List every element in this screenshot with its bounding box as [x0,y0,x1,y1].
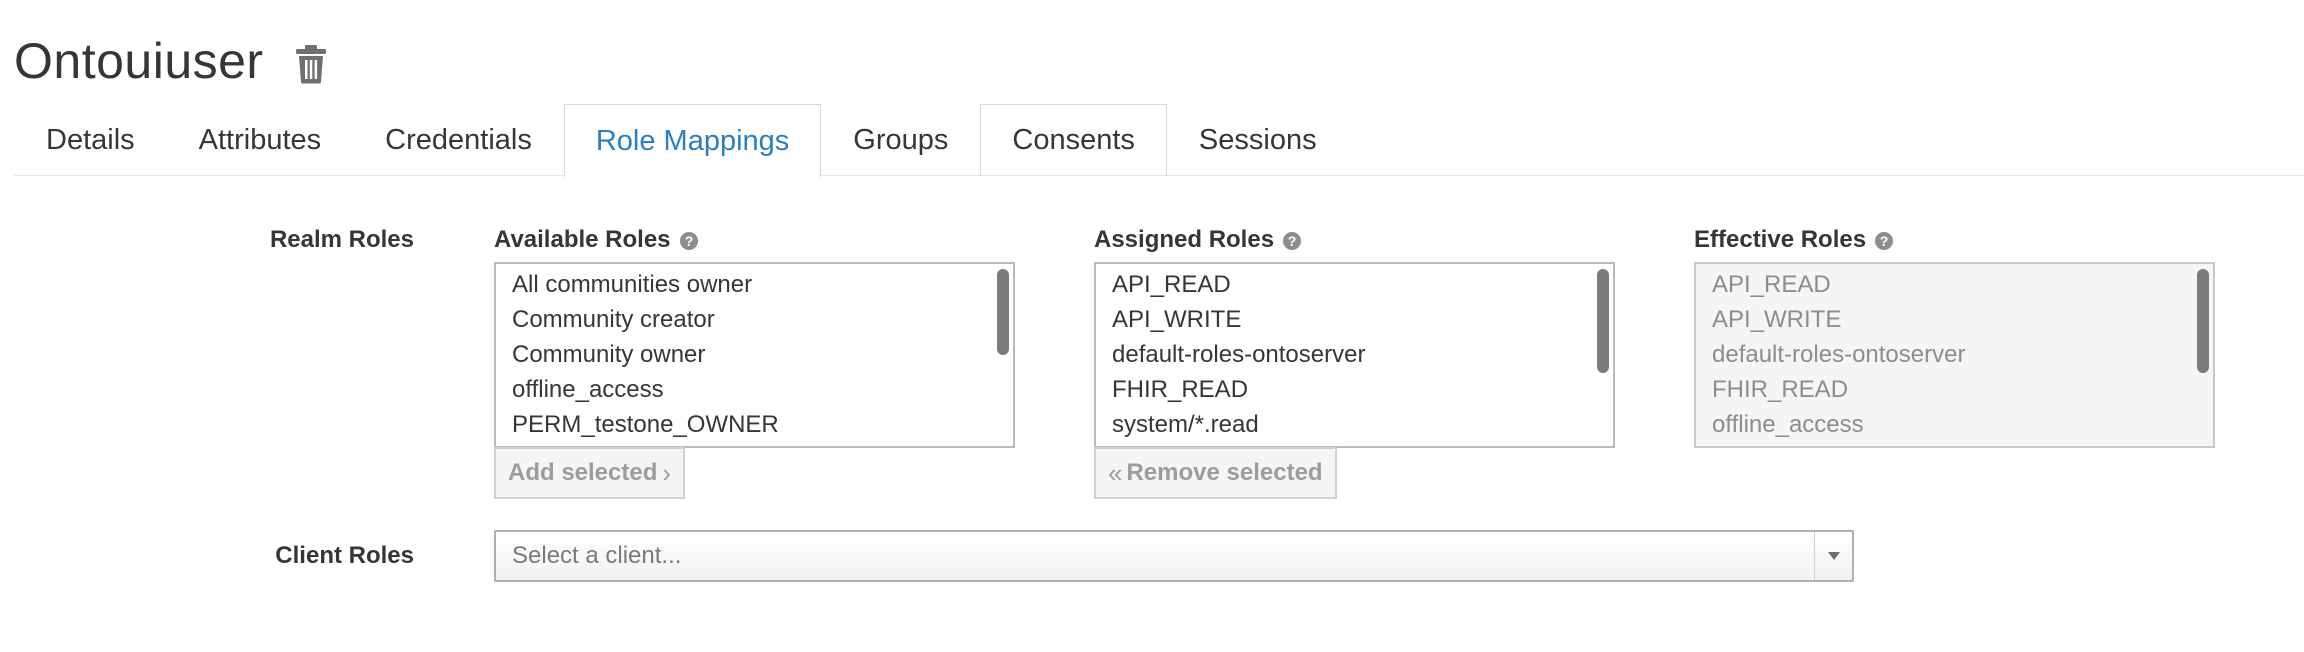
client-roles-label: Client Roles [275,542,414,569]
list-item: API_READ [1712,271,1831,298]
effective-roles-header: Effective Roles ? [1694,226,1894,254]
question-circle-icon[interactable]: ? [1282,230,1302,250]
add-selected-button[interactable]: Add selected › [494,447,686,499]
tab-consents[interactable]: Consents [980,104,1167,176]
list-item[interactable]: Community creator [496,303,1013,338]
caret-down-icon[interactable] [1814,532,1852,580]
list-item[interactable]: All communities owner [496,268,1013,303]
svg-text:?: ? [1288,233,1297,249]
scrollbar-thumb[interactable] [997,269,1009,355]
scrollbar-thumb[interactable] [2197,269,2209,373]
list-item[interactable]: system/*.read [1096,408,1613,443]
available-roles-label: Available Roles [494,226,671,253]
tab-groups[interactable]: Groups [821,104,980,176]
list-item[interactable]: offline_access [496,373,1013,408]
effective-roles-listbox: API_READ API_WRITE default-roles-ontoser… [1694,262,2215,448]
tab-attributes[interactable]: Attributes [167,104,354,176]
tab-role-mappings[interactable]: Role Mappings [563,104,822,177]
role-mappings-page: Ontouiuser Details Attributes Credential… [0,0,2304,652]
trash-icon[interactable] [294,44,328,84]
list-item: API_WRITE [1712,306,1842,333]
question-circle-icon[interactable]: ? [679,230,699,250]
svg-text:?: ? [1880,233,1889,249]
client-select-placeholder: Select a client... [512,542,682,569]
list-item[interactable]: FHIR_READ [1096,373,1613,408]
client-select[interactable]: Select a client... [494,530,1854,582]
page-title: Ontouiuser [14,33,264,89]
list-item[interactable]: default-roles-ontoserver [1096,338,1613,373]
available-roles-header: Available Roles ? [494,226,699,254]
remove-selected-button[interactable]: « Remove selected [1094,447,1337,499]
available-roles-listbox[interactable]: All communities owner Community creator … [494,262,1015,448]
double-chevron-left-icon: « [1108,457,1123,488]
tab-details[interactable]: Details [14,104,167,176]
realm-roles-label: Realm Roles [269,226,414,253]
remove-selected-label: Remove selected [1126,459,1323,486]
question-circle-icon[interactable]: ? [1874,230,1894,250]
list-item[interactable]: API_WRITE [1096,303,1613,338]
page-header: Ontouiuser [14,26,328,96]
assigned-roles-label: Assigned Roles [1094,226,1275,253]
list-item: offline_access [1712,411,1864,438]
svg-text:?: ? [684,233,693,249]
assigned-roles-listbox[interactable]: API_READ API_WRITE default-roles-ontoser… [1094,262,1615,448]
list-item: FHIR_READ [1712,376,1849,403]
list-item[interactable]: PERM_testone_OWNER [496,408,1013,443]
add-selected-label: Add selected [508,459,658,486]
list-item[interactable]: Community owner [496,338,1013,373]
chevron-right-icon: › [662,457,672,488]
tab-bar: Details Attributes Credentials Role Mapp… [14,104,2304,177]
tab-credentials[interactable]: Credentials [353,104,564,176]
tab-sessions[interactable]: Sessions [1167,104,1349,176]
list-item: default-roles-ontoserver [1712,341,1966,368]
assigned-roles-header: Assigned Roles ? [1094,226,1302,254]
list-item[interactable]: API_READ [1096,268,1613,303]
effective-roles-label: Effective Roles [1694,226,1867,253]
scrollbar-thumb[interactable] [1597,269,1609,373]
